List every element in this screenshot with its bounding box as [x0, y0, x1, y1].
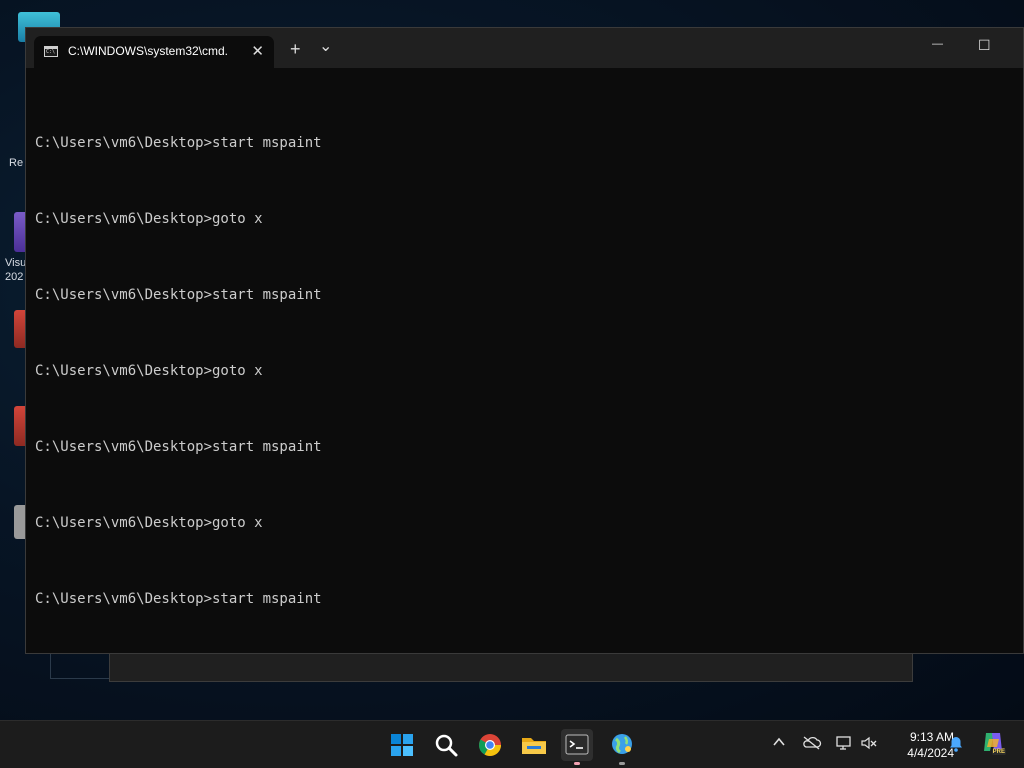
- minimize-button[interactable]: —: [932, 38, 943, 50]
- console-line: C:\Users\vm6\Desktop>start mspaint: [35, 591, 322, 607]
- title-bar[interactable]: C:\ C:\WINDOWS\system32\cmd. ✕ + ⌄ — ☐: [26, 28, 1023, 68]
- console-line: C:\Users\vm6\Desktop>start mspaint: [35, 439, 322, 455]
- tab-dropdown-button[interactable]: ⌄: [319, 36, 332, 56]
- console-line: C:\Users\vm6\Desktop>start mspaint: [35, 287, 322, 303]
- running-app-indicator: [619, 762, 625, 765]
- console-output[interactable]: C:\Users\vm6\Desktop>start mspaint C:\Us…: [35, 96, 1023, 666]
- close-tab-icon[interactable]: ✕: [251, 42, 264, 60]
- console-line: C:\Users\vm6\Desktop>goto x: [35, 211, 263, 227]
- onedrive-offline-icon[interactable]: [802, 735, 822, 754]
- search-icon[interactable]: [430, 729, 462, 761]
- clock-time: 9:13 AM: [909, 730, 954, 744]
- console-line: C:\Users\vm6\Desktop>start mspaint: [35, 135, 322, 151]
- start-icon[interactable]: [386, 729, 418, 761]
- desktop-label: Visu: [5, 257, 27, 269]
- taskbar: 9:13 AM 4/4/2024 PRE: [0, 720, 1024, 768]
- copilot-badge: PRE: [991, 749, 1006, 755]
- system-clock[interactable]: 9:13 AM 4/4/2024: [884, 729, 954, 761]
- volume-muted-icon[interactable]: [860, 735, 878, 754]
- cmd-icon: C:\: [44, 46, 58, 57]
- chrome-icon[interactable]: [474, 729, 506, 761]
- tab-cmd[interactable]: C:\ C:\WINDOWS\system32\cmd. ✕: [34, 36, 274, 68]
- maximize-button[interactable]: ☐: [978, 37, 991, 54]
- terminal-icon[interactable]: [561, 729, 593, 765]
- tab-title: C:\WINDOWS\system32\cmd.: [68, 44, 229, 58]
- clock-date: 4/4/2024: [907, 746, 954, 760]
- console-line: C:\Users\vm6\Desktop>goto x: [35, 363, 263, 379]
- terminal-window[interactable]: C:\ C:\WINDOWS\system32\cmd. ✕ + ⌄ — ☐ C…: [25, 27, 1024, 654]
- active-app-indicator: [574, 762, 580, 765]
- notification-bell-icon[interactable]: [948, 735, 964, 756]
- network-icon[interactable]: [835, 735, 853, 754]
- desktop-label: 202: [5, 271, 24, 283]
- desktop-label: Re: [9, 157, 24, 169]
- console-line: C:\Users\vm6\Desktop>goto x: [35, 515, 263, 531]
- maps-globe-icon[interactable]: [606, 729, 638, 765]
- show-hidden-icons-chevron-icon[interactable]: [772, 735, 786, 752]
- new-tab-button[interactable]: +: [290, 39, 301, 60]
- copilot-icon[interactable]: PRE: [980, 729, 1008, 759]
- file-explorer-icon[interactable]: [518, 729, 550, 761]
